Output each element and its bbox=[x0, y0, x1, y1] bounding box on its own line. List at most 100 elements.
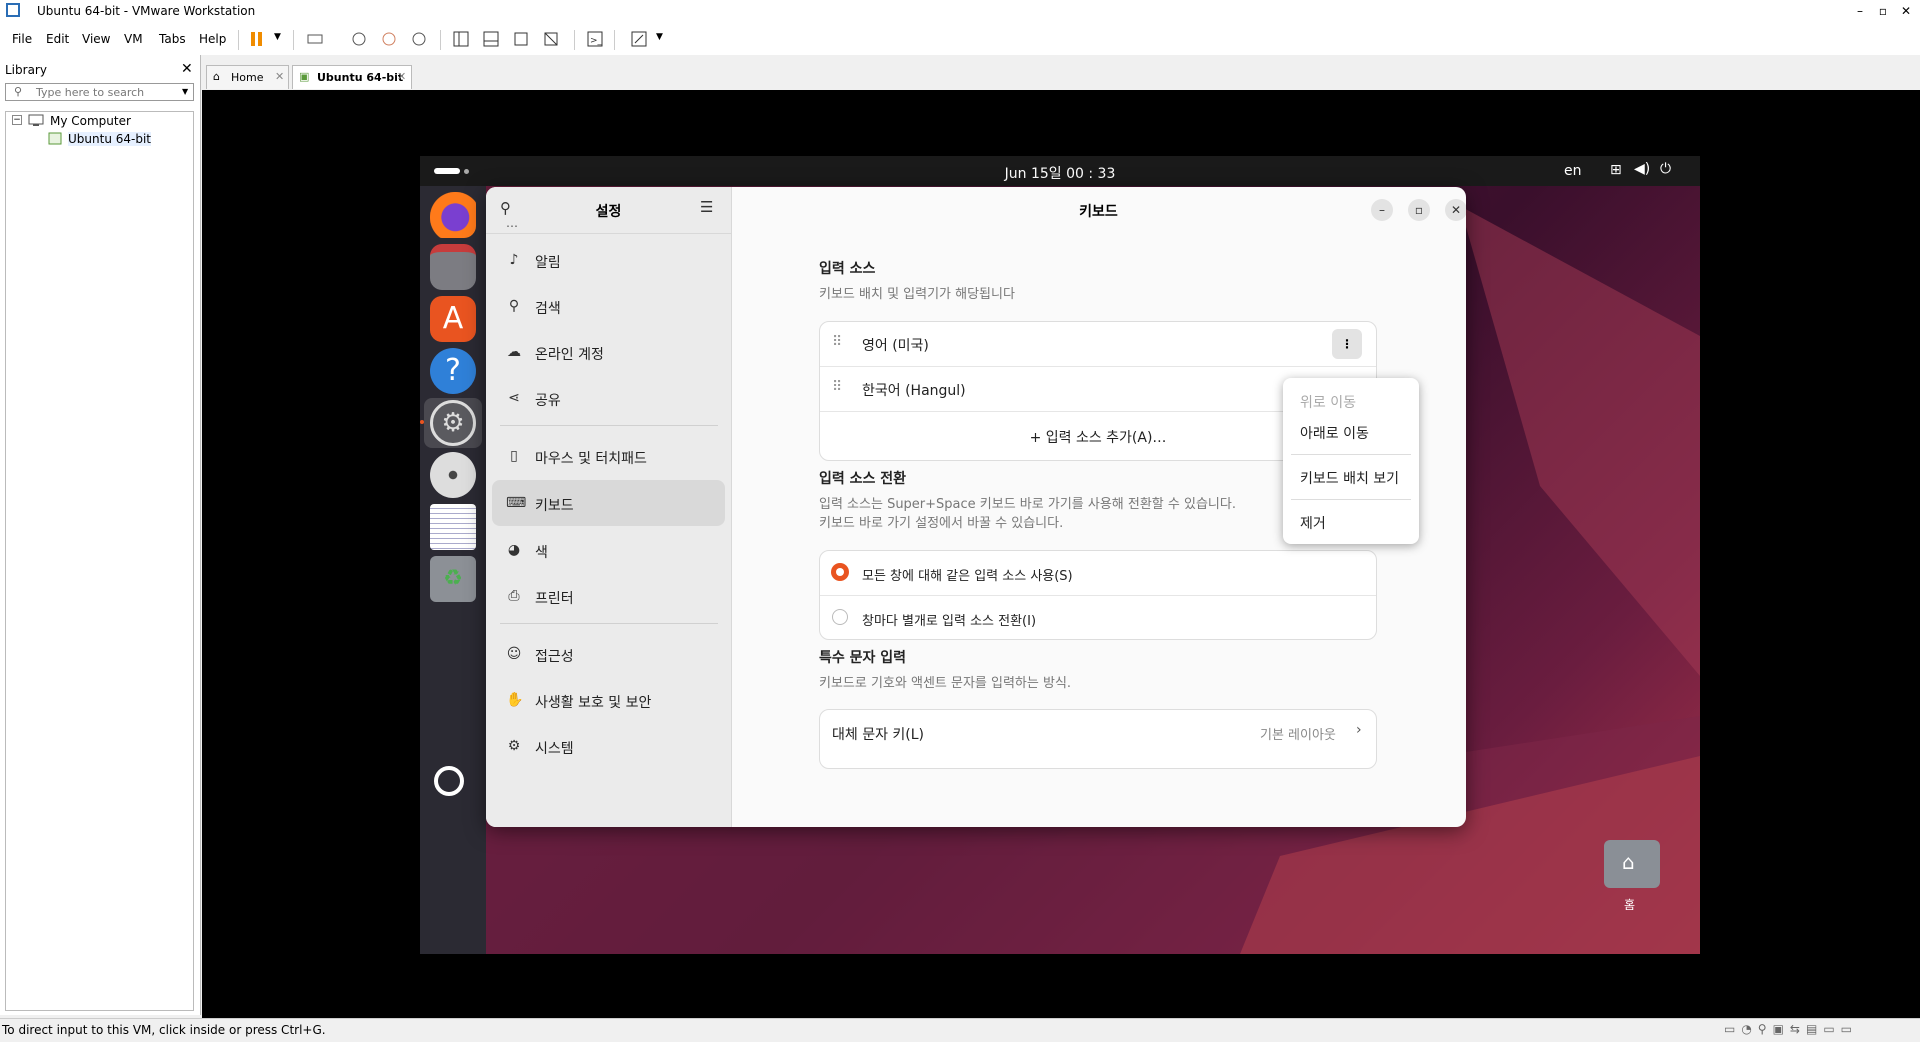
snapshot-manager-icon[interactable] bbox=[410, 30, 428, 48]
sidebar-item-keyboard[interactable]: ⌨ 키보드 bbox=[492, 480, 725, 526]
app-center-icon[interactable]: A bbox=[430, 296, 476, 342]
tab-home-label: Home bbox=[231, 71, 264, 84]
sidebar-item-label: 검색 bbox=[535, 301, 561, 317]
sidebar-title: 설정 bbox=[595, 204, 622, 220]
running-indicator bbox=[420, 420, 424, 424]
console-view-icon[interactable]: >_ bbox=[586, 30, 604, 48]
full-screen-icon[interactable] bbox=[512, 30, 530, 48]
sidebar-item-printers[interactable]: ⎙ 프린터 bbox=[492, 573, 725, 619]
tab-home[interactable]: ⌂ Home ✕ bbox=[206, 65, 289, 89]
snapshot-icon[interactable] bbox=[350, 30, 368, 48]
sidebar-item-label: 키보드 bbox=[535, 498, 574, 514]
keyboard-icon: ⌨ bbox=[506, 495, 527, 511]
sidebar-item-mouse[interactable]: ▯ 마우스 및 터치패드 bbox=[492, 433, 725, 479]
menubar: File Edit View VM Tabs Help ▼ >_ ▼ bbox=[0, 22, 1920, 55]
menu-view[interactable]: View bbox=[82, 32, 110, 46]
show-library-icon[interactable] bbox=[452, 30, 470, 48]
menu-vm[interactable]: VM bbox=[124, 32, 143, 46]
tree-ubuntu-vm[interactable]: Ubuntu 64-bit bbox=[68, 132, 151, 146]
menu-edit[interactable]: Edit bbox=[46, 32, 69, 46]
drag-handle-icon[interactable]: ⠿ bbox=[832, 379, 842, 395]
sidebar-item-privacy[interactable]: ✋ 사생활 보호 및 보안 bbox=[492, 677, 725, 723]
close-window-button[interactable]: ✕ bbox=[1445, 199, 1466, 221]
radio-same-source[interactable]: 모든 창에 대해 같은 입력 소스 사용(S) bbox=[820, 551, 1376, 595]
thumbnail-bar-icon[interactable] bbox=[482, 30, 500, 48]
send-ctrl-alt-del-icon[interactable] bbox=[306, 30, 324, 48]
input-source-row[interactable]: ⠿ 영어 (미국) ⋮ bbox=[820, 322, 1376, 366]
share-icon: ⋖ bbox=[508, 390, 520, 406]
tab-ubuntu[interactable]: ▣ Ubuntu 64-bit ✕ bbox=[292, 65, 412, 89]
cloud-icon: ☁ bbox=[507, 344, 521, 360]
menu-tabs[interactable]: Tabs bbox=[159, 32, 186, 46]
menu-item-show-layout[interactable]: 키보드 배치 보기 bbox=[1300, 468, 1399, 488]
hamburger-menu-icon[interactable]: ☰ bbox=[700, 198, 713, 216]
menu-item-remove[interactable]: 제거 bbox=[1300, 513, 1326, 533]
menu-item-move-down[interactable]: 아래로 이동 bbox=[1300, 423, 1369, 443]
switching-subtitle-2: 키보드 바로 가기 설정에서 바꿀 수 있습니다. bbox=[819, 516, 1064, 531]
device-status-icons[interactable]: ▭◔⚲▣⇆▤▭▭ bbox=[1724, 1022, 1858, 1036]
stretch-guest-icon[interactable] bbox=[630, 30, 648, 48]
chevron-down-icon[interactable]: ▼ bbox=[656, 32, 663, 42]
status-bar: To direct input to this VM, click inside… bbox=[0, 1018, 1920, 1042]
sidebar-divider bbox=[500, 623, 718, 624]
radio-per-window[interactable]: 창마다 별개로 입력 소스 전환(I) bbox=[820, 596, 1376, 640]
special-chars-heading: 특수 문자 입력 bbox=[819, 650, 907, 666]
sidebar-item-search[interactable]: ⚲ 검색 bbox=[492, 283, 725, 329]
close-window-button[interactable]: ✕ bbox=[1896, 2, 1916, 20]
collapse-icon[interactable]: − bbox=[12, 115, 22, 125]
network-icon[interactable]: ⊞ bbox=[1610, 162, 1622, 178]
chevron-down-icon[interactable]: ▼ bbox=[182, 87, 188, 96]
power-icon[interactable]: ⏻ bbox=[1660, 161, 1671, 177]
tab-bar: ⌂ Home ✕ ▣ Ubuntu 64-bit ✕ bbox=[202, 55, 1920, 90]
status-text: To direct input to this VM, click inside… bbox=[2, 1023, 326, 1037]
sidebar-item-label: 접근성 bbox=[535, 649, 574, 665]
input-source-label: 영어 (미국) bbox=[862, 338, 929, 354]
maximize-button[interactable]: ▫ bbox=[1873, 2, 1893, 20]
accessibility-icon: ☺ bbox=[506, 646, 522, 662]
unity-icon[interactable] bbox=[542, 30, 560, 48]
files-icon[interactable] bbox=[430, 244, 476, 290]
sidebar-item-label: 마우스 및 터치패드 bbox=[535, 451, 647, 467]
switching-subtitle-1: 입력 소스는 Super+Space 키보드 바로 가기를 사용해 전환할 수 … bbox=[819, 497, 1236, 512]
alternate-chars-value: 기본 레이아웃 bbox=[1260, 728, 1336, 743]
sidebar-divider bbox=[500, 425, 718, 426]
menu-file[interactable]: File bbox=[12, 32, 32, 46]
library-search-input[interactable]: ⚲ Type here to search ▼ bbox=[5, 83, 194, 101]
home-icon: ⌂ bbox=[213, 70, 220, 83]
disc-icon[interactable] bbox=[430, 452, 476, 498]
settings-gear-icon[interactable]: ⚙ bbox=[430, 400, 476, 446]
menu-help[interactable]: Help bbox=[199, 32, 226, 46]
volume-icon[interactable]: ◀) bbox=[1634, 161, 1650, 177]
minimize-button[interactable]: – bbox=[1850, 2, 1870, 20]
sidebar-item-accessibility[interactable]: ☺ 접근성 bbox=[492, 631, 725, 677]
sidebar-item-sharing[interactable]: ⋖ 공유 bbox=[492, 375, 725, 421]
minimize-window-button[interactable]: – bbox=[1371, 199, 1393, 221]
page-title: 키보드 bbox=[1079, 204, 1118, 220]
revert-snapshot-icon[interactable] bbox=[380, 30, 398, 48]
chevron-right-icon: › bbox=[1356, 722, 1362, 738]
more-options-icon[interactable]: ⋮ bbox=[1332, 329, 1362, 359]
sidebar-item-system[interactable]: ⚙ 시스템 bbox=[492, 723, 725, 769]
text-editor-icon[interactable] bbox=[430, 504, 476, 550]
sidebar-item-notifications[interactable]: ♪ 알림 bbox=[492, 237, 725, 283]
close-library-icon[interactable]: ✕ bbox=[181, 61, 193, 77]
help-icon[interactable]: ? bbox=[430, 348, 476, 394]
sidebar-item-color[interactable]: ◕ 색 bbox=[492, 527, 725, 573]
close-tab-icon[interactable]: ✕ bbox=[275, 70, 284, 83]
trash-icon[interactable]: ♻ bbox=[430, 556, 476, 602]
desktop-home-folder-icon[interactable]: ⌂ bbox=[1604, 840, 1660, 888]
close-tab-icon[interactable]: ✕ bbox=[397, 70, 406, 83]
drag-handle-icon[interactable]: ⠿ bbox=[832, 334, 842, 350]
tree-my-computer[interactable]: My Computer bbox=[50, 114, 131, 128]
mouse-icon: ▯ bbox=[510, 448, 518, 464]
radio-unselected-icon[interactable] bbox=[832, 609, 848, 625]
top-bar-clock[interactable]: Jun 15일 00 : 33 bbox=[420, 163, 1700, 183]
sidebar-item-online-accounts[interactable]: ☁ 온라인 계정 bbox=[492, 329, 725, 375]
chevron-down-icon[interactable]: ▼ bbox=[274, 32, 281, 42]
show-apps-ubuntu-icon[interactable] bbox=[434, 766, 464, 796]
pause-icon[interactable] bbox=[248, 30, 266, 48]
alternate-chars-row[interactable]: 대체 문자 키(L) 기본 레이아웃 › bbox=[819, 709, 1377, 769]
firefox-icon[interactable] bbox=[430, 192, 476, 238]
input-language-indicator[interactable]: en bbox=[1564, 163, 1582, 179]
maximize-window-button[interactable]: ▫ bbox=[1408, 199, 1430, 221]
